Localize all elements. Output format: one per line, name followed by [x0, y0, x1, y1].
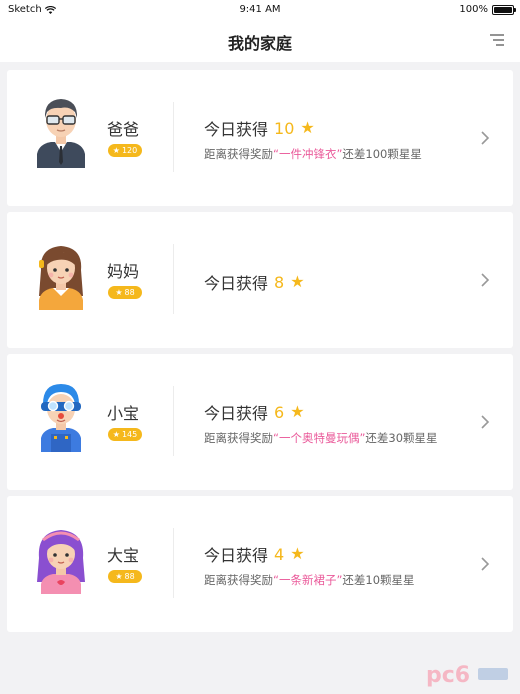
today-stars: 今日获得 8 ★ [204, 270, 305, 294]
reward-prefix: 距离获得奖励 [204, 147, 273, 161]
divider [173, 244, 174, 314]
badge-count: 88 [124, 288, 135, 297]
today-stars: 今日获得 4 ★ [204, 542, 305, 566]
reward-prefix: 距离获得奖励 [204, 431, 273, 445]
star-icon: ★ [290, 544, 305, 563]
battery-status: 100% [459, 4, 516, 15]
star-total-badge: ★ 88 [108, 286, 142, 299]
page-title: 我的家庭 [227, 34, 292, 53]
nav-bar: 我的家庭 [0, 20, 520, 62]
divider [173, 386, 174, 456]
star-icon: ★ [290, 402, 305, 421]
chevron-right-icon[interactable] [479, 412, 491, 432]
today-label: 今日获得 [204, 274, 269, 293]
today-label: 今日获得 [204, 404, 269, 423]
reward-suffix: 还差10颗星星 [342, 573, 415, 587]
star-total-badge: ★ 88 [108, 570, 142, 583]
divider [173, 528, 174, 598]
today-count: 6 [274, 402, 285, 422]
reward-item: “一个奥特曼玩偶” [273, 431, 366, 445]
list-menu-icon[interactable] [488, 32, 506, 48]
svg-text:pc6: pc6 [426, 663, 470, 688]
divider [173, 102, 174, 172]
reward-progress: 距离获得奖励“一个奥特曼玩偶”还差30颗星星 [204, 430, 438, 446]
star-total-badge: ★ 120 [108, 144, 142, 157]
badge-count: 120 [121, 146, 138, 155]
reward-progress: 距离获得奖励“一件冲锋衣”还差100颗星星 [204, 146, 422, 162]
today-count: 4 [274, 544, 285, 564]
member-name: 大宝 [107, 546, 140, 565]
member-card-girl[interactable]: 大宝 ★ 88 今日获得 4 ★ 距离获得奖励“一条新裙子”还差10颗星星 [7, 496, 513, 632]
girl-avatar-icon [37, 530, 85, 594]
badge-star-icon: ★ [115, 572, 123, 581]
today-stars: 今日获得 6 ★ [204, 400, 305, 424]
battery-percent: 100% [459, 4, 488, 15]
star-total-badge: ★ 145 [108, 428, 142, 441]
reward-item: “一件冲锋衣” [273, 147, 343, 161]
boy-avatar-icon [41, 384, 81, 452]
member-card-mom[interactable]: 妈妈 ★ 88 今日获得 8 ★ [7, 212, 513, 348]
chevron-right-icon[interactable] [479, 554, 491, 574]
today-count: 10 [274, 118, 295, 138]
mom-avatar-icon [39, 246, 83, 310]
today-count: 8 [274, 272, 285, 292]
member-name: 妈妈 [107, 262, 140, 281]
today-stars: 今日获得 10 ★ [204, 116, 315, 140]
member-name: 爸爸 [107, 120, 140, 139]
member-name: 小宝 [107, 404, 140, 423]
chevron-right-icon[interactable] [479, 128, 491, 148]
badge-star-icon: ★ [112, 430, 120, 439]
reward-suffix: 还差30颗星星 [365, 431, 438, 445]
today-label: 今日获得 [204, 546, 269, 565]
reward-progress: 距离获得奖励“一条新裙子”还差10颗星星 [204, 572, 415, 588]
pc6-watermark-logo: pc6 [426, 663, 508, 688]
status-time: 9:41 AM [239, 4, 281, 15]
member-card-boy[interactable]: 小宝 ★ 145 今日获得 6 ★ 距离获得奖励“一个奥特曼玩偶”还差30颗星星 [7, 354, 513, 490]
badge-star-icon: ★ [115, 288, 123, 297]
battery-icon [492, 4, 516, 15]
star-icon: ★ [290, 272, 305, 291]
today-label: 今日获得 [204, 120, 269, 139]
reward-item: “一条新裙子” [273, 573, 343, 587]
status-bar: Sketch 9:41 AM 100% [0, 0, 520, 20]
badge-star-icon: ★ [112, 146, 120, 155]
reward-prefix: 距离获得奖励 [204, 573, 273, 587]
star-icon: ★ [300, 118, 315, 137]
member-card-dad[interactable]: 爸爸 ★ 120 今日获得 10 ★ 距离获得奖励“一件冲锋衣”还差100颗星星 [7, 70, 513, 206]
badge-count: 88 [124, 572, 135, 581]
badge-count: 145 [121, 430, 138, 439]
reward-suffix: 还差100颗星星 [342, 147, 422, 161]
chevron-right-icon[interactable] [479, 270, 491, 290]
dad-avatar-icon [37, 99, 85, 168]
